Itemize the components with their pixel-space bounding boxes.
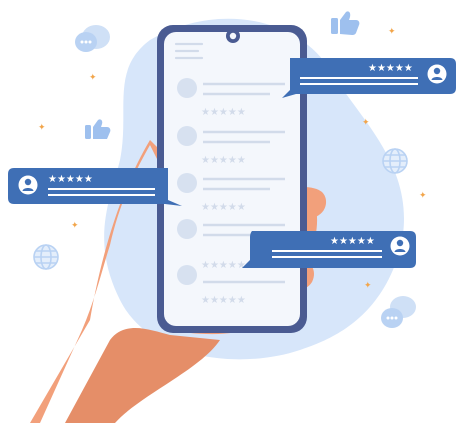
- globe-icon: [382, 148, 408, 174]
- review-illustration: ✦ ✦ ✦ ✦ ✦ ✦ ✦ ★★★★★ ★★★★★ ★★★★★ ★★★★★ ★★…: [0, 0, 457, 423]
- svg-text:✦: ✦: [388, 27, 396, 37]
- thumbs-up-icon: [331, 11, 360, 36]
- avatar: [177, 126, 197, 146]
- chat-bubble-icon: [381, 296, 416, 328]
- svg-text:✦: ✦: [38, 123, 46, 133]
- avatar: [177, 219, 197, 239]
- svg-text:✦: ✦: [364, 281, 372, 291]
- rating-stars: ★★★★★: [201, 260, 246, 271]
- user-avatar-icon: [18, 175, 38, 195]
- svg-text:✦: ✦: [419, 191, 427, 201]
- rating-stars: ★★★★★: [368, 63, 413, 74]
- rating-stars: ★★★★★: [48, 174, 93, 185]
- thumbs-up-icon: [85, 119, 111, 139]
- review-bubble-left: ★★★★★: [8, 168, 182, 206]
- globe-icon: [33, 244, 59, 270]
- review-bubble-bottom-right: ★★★★★: [242, 231, 416, 268]
- rating-stars: ★★★★★: [201, 295, 246, 306]
- user-avatar-icon: [390, 236, 410, 256]
- rating-stars: ★★★★★: [201, 155, 246, 166]
- chat-bubble-icon: [75, 25, 110, 52]
- rating-stars: ★★★★★: [330, 236, 375, 247]
- user-avatar-icon: [427, 64, 447, 84]
- review-bubble-top-right: ★★★★★: [282, 58, 456, 98]
- rating-stars: ★★★★★: [201, 202, 246, 213]
- illustration-canvas: ✦ ✦ ✦ ✦ ✦ ✦ ✦ ★★★★★ ★★★★★ ★★★★★ ★★★★★ ★★…: [8, 11, 456, 423]
- svg-text:✦: ✦: [71, 221, 79, 231]
- svg-text:✦: ✦: [362, 118, 370, 128]
- avatar: [177, 173, 197, 193]
- svg-text:✦: ✦: [89, 73, 97, 83]
- rating-stars: ★★★★★: [201, 107, 246, 118]
- avatar: [177, 265, 197, 285]
- avatar: [177, 78, 197, 98]
